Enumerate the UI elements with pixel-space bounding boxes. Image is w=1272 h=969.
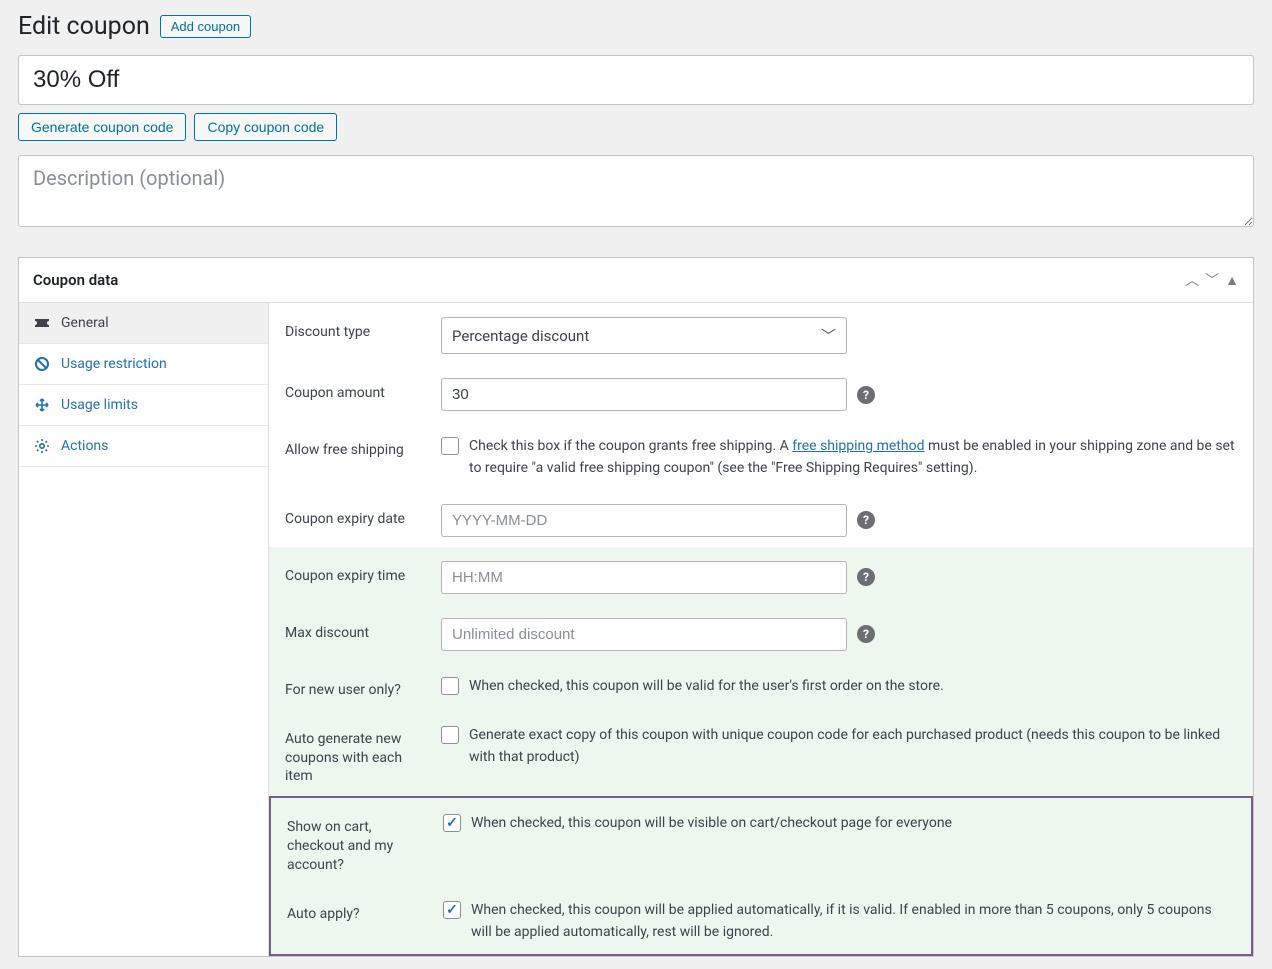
page-header: Edit coupon Add coupon: [18, 12, 1254, 41]
ticket-icon: [33, 316, 51, 330]
coupon-tabs: General Usage restriction Usage limits A…: [19, 303, 269, 956]
label-expiry-date: Coupon expiry date: [285, 504, 425, 529]
panel-title: Coupon data: [33, 271, 1185, 289]
tab-actions[interactable]: Actions: [19, 426, 268, 467]
help-icon[interactable]: ?: [857, 625, 875, 643]
free-shipping-text: Check this box if the coupon grants free…: [469, 435, 1237, 480]
auto-generate-checkbox[interactable]: [441, 726, 459, 744]
field-expiry-date: Coupon expiry date ?: [269, 490, 1253, 547]
tab-general[interactable]: General: [19, 303, 268, 344]
description-textarea[interactable]: [18, 155, 1254, 227]
show-on-cart-checkbox[interactable]: [443, 814, 461, 832]
panel-header: Coupon data ︿ ﹀ ▲: [19, 258, 1253, 303]
section-core: Discount type Percentage discount ﹀ Coup…: [269, 303, 1253, 547]
max-discount-input[interactable]: [441, 618, 847, 651]
field-new-user: For new user only? When checked, this co…: [269, 661, 1253, 710]
help-icon[interactable]: ?: [857, 511, 875, 529]
new-user-text: When checked, this coupon will be valid …: [469, 675, 1237, 697]
add-coupon-button[interactable]: Add coupon: [160, 15, 251, 38]
help-icon[interactable]: ?: [857, 568, 875, 586]
generate-coupon-code-button[interactable]: Generate coupon code: [18, 113, 186, 141]
tab-usage-restriction[interactable]: Usage restriction: [19, 344, 268, 385]
tab-label: Actions: [61, 438, 108, 454]
free-shipping-method-link[interactable]: free shipping method: [792, 438, 924, 454]
label-new-user: For new user only?: [285, 675, 425, 700]
move-icon: [33, 397, 51, 413]
ban-icon: [33, 356, 51, 372]
panel-up-icon[interactable]: ︿: [1185, 270, 1199, 290]
panel-body: General Usage restriction Usage limits A…: [19, 303, 1253, 956]
copy-coupon-code-button[interactable]: Copy coupon code: [194, 113, 337, 141]
expiry-time-input[interactable]: [441, 561, 847, 594]
coupon-code-buttons: Generate coupon code Copy coupon code: [18, 113, 1254, 141]
panel-toggles: ︿ ﹀ ▲: [1185, 270, 1239, 290]
field-auto-generate: Auto generate new coupons with each item…: [269, 710, 1253, 797]
label-expiry-time: Coupon expiry time: [285, 561, 425, 586]
label-coupon-amount: Coupon amount: [285, 378, 425, 403]
auto-apply-checkbox[interactable]: [443, 901, 461, 919]
free-shipping-checkbox[interactable]: [441, 437, 459, 455]
discount-type-select[interactable]: Percentage discount ﹀: [441, 317, 847, 354]
page-title: Edit coupon: [18, 12, 150, 41]
field-discount-type: Discount type Percentage discount ﹀: [269, 303, 1253, 364]
coupon-title-input[interactable]: [18, 55, 1254, 105]
help-icon[interactable]: ?: [857, 386, 875, 404]
section-extended: Coupon expiry time ? Max discount ? For …: [269, 547, 1253, 797]
auto-apply-text: When checked, this coupon will be applie…: [471, 899, 1235, 944]
gear-icon: [33, 438, 51, 454]
show-on-cart-text: When checked, this coupon will be visibl…: [471, 812, 1235, 834]
tab-label: Usage limits: [61, 397, 138, 413]
label-auto-generate: Auto generate new coupons with each item: [285, 724, 425, 787]
panel-collapse-icon[interactable]: ▲: [1225, 272, 1239, 289]
field-auto-apply: Auto apply? When checked, this coupon wi…: [271, 885, 1251, 954]
label-free-shipping: Allow free shipping: [285, 435, 425, 460]
label-discount-type: Discount type: [285, 317, 425, 342]
label-auto-apply: Auto apply?: [287, 899, 427, 924]
discount-type-value: Percentage discount: [452, 327, 589, 345]
tab-label: General: [61, 315, 109, 331]
panel-down-icon[interactable]: ﹀: [1205, 270, 1219, 290]
coupon-amount-input[interactable]: [441, 378, 847, 411]
field-free-shipping: Allow free shipping Check this box if th…: [269, 421, 1253, 490]
highlighted-section: Show on cart, checkout and my account? W…: [269, 796, 1253, 955]
field-coupon-amount: Coupon amount ?: [269, 364, 1253, 421]
coupon-data-panel: Coupon data ︿ ﹀ ▲ General Usage restrict…: [18, 257, 1254, 957]
label-max-discount: Max discount: [285, 618, 425, 643]
tab-label: Usage restriction: [61, 356, 167, 372]
label-show-on-cart: Show on cart, checkout and my account?: [287, 812, 427, 875]
auto-generate-text: Generate exact copy of this coupon with …: [469, 724, 1237, 769]
field-max-discount: Max discount ?: [269, 604, 1253, 661]
tab-usage-limits[interactable]: Usage limits: [19, 385, 268, 426]
field-expiry-time: Coupon expiry time ?: [269, 547, 1253, 604]
panel-content: Discount type Percentage discount ﹀ Coup…: [269, 303, 1253, 956]
expiry-date-input[interactable]: [441, 504, 847, 537]
new-user-checkbox[interactable]: [441, 677, 459, 695]
chevron-down-icon: ﹀: [821, 325, 836, 346]
field-show-on-cart: Show on cart, checkout and my account? W…: [271, 798, 1251, 885]
